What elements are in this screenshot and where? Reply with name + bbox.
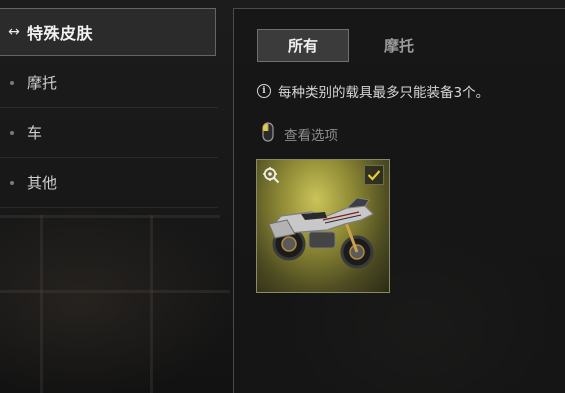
bullet-icon [10, 130, 14, 135]
left-right-arrows-icon: ↔ [8, 24, 20, 40]
category-sidebar: ↔ 特殊皮肤 摩托 车 其他 [0, 0, 218, 393]
sidebar-item-other[interactable]: 其他 [0, 158, 218, 208]
sidebar-item-label: 车 [27, 124, 43, 142]
view-options-button[interactable]: 查看选项 [262, 122, 338, 146]
bullet-icon [10, 80, 14, 85]
sidebar-item-motorcycle[interactable]: 摩托 [0, 58, 218, 108]
sidebar-item-label: 其他 [27, 174, 58, 192]
sidebar-item-car[interactable]: 车 [0, 108, 218, 158]
motorcycle-skin-card[interactable] [256, 159, 390, 293]
sidebar-item-label: 摩托 [27, 74, 58, 92]
tab-all[interactable]: 所有 [257, 29, 349, 62]
notice-text: 每种类别的载具最多只能装备3个。 [278, 85, 490, 101]
sidebar-header-label: 特殊皮肤 [27, 24, 94, 43]
info-icon: i [257, 84, 271, 98]
tab-motorcycle[interactable]: 摩托 [359, 29, 439, 62]
motorcycle-image [268, 197, 375, 269]
skin-panel: 所有 摩托 i 每种类别的载具最多只能装备3个。 查看选项 [233, 8, 565, 393]
bullet-icon [10, 180, 14, 185]
mouse-icon [262, 122, 274, 146]
inspect-gear-icon[interactable] [262, 166, 280, 188]
sidebar-header-special-skins[interactable]: ↔ 特殊皮肤 [0, 8, 216, 56]
checkmark-icon [364, 165, 384, 185]
equip-limit-notice: i 每种类别的载具最多只能装备3个。 [257, 81, 489, 101]
view-options-label: 查看选项 [284, 128, 338, 144]
